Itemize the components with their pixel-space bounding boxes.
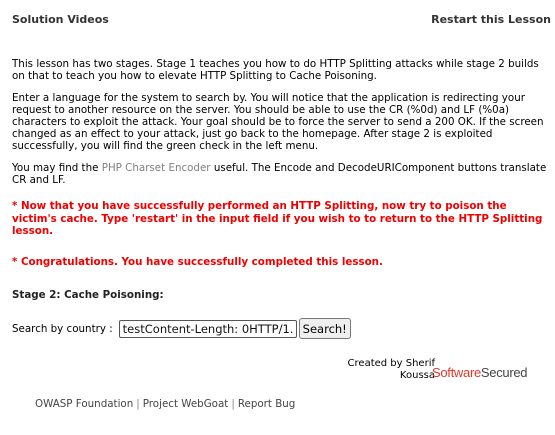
credits: Created by Sherif Koussa SoftwareSecured [340, 358, 528, 382]
congratulations-message: * Congratulations. You have successfully… [12, 255, 383, 268]
logo-software: Software [432, 365, 481, 380]
search-label: Search by country : [12, 322, 113, 335]
softwaresecured-logo[interactable]: SoftwareSecured [432, 365, 528, 380]
created-by-text: Created by Sherif Koussa [347, 358, 435, 381]
stage-title: Stage 2: Cache Poisoning: [12, 289, 164, 301]
stage-message: * Now that you have successfully perform… [12, 200, 543, 237]
intro-paragraph-2: Enter a language for the system to searc… [12, 92, 544, 152]
search-form: Search by country : Search! [12, 318, 547, 339]
country-search-input[interactable] [118, 319, 297, 338]
footer-separator: | [231, 398, 235, 410]
owasp-foundation-link[interactable]: OWASP Foundation [35, 398, 133, 410]
report-bug-link[interactable]: Report Bug [238, 398, 296, 410]
restart-lesson-link[interactable]: Restart this Lesson [431, 13, 551, 26]
footer: OWASP Foundation | Project WebGoat | Report … [35, 398, 295, 410]
lesson-content: This lesson has two stages. Stage 1 teac… [12, 58, 547, 339]
intro-paragraph-1: This lesson has two stages. Stage 1 teac… [12, 58, 539, 82]
project-webgoat-link[interactable]: Project WebGoat [143, 398, 229, 410]
intro-paragraph-3: You may find the PHP Charset Encoder use… [12, 162, 547, 186]
logo-secured: Secured [480, 365, 528, 380]
top-bar: Solution Videos Restart this Lesson [0, 0, 555, 38]
solution-videos-link[interactable]: Solution Videos [12, 13, 109, 26]
search-button[interactable]: Search! [298, 318, 351, 339]
php-charset-encoder-link[interactable]: PHP Charset Encoder [102, 162, 211, 174]
para3-prefix: You may find the [12, 162, 102, 174]
footer-separator: | [136, 398, 140, 410]
